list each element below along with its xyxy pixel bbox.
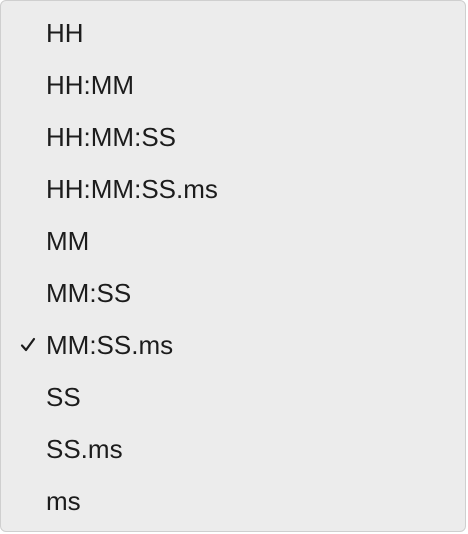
menu-item-mm[interactable]: MM	[1, 215, 465, 267]
menu-item-label: MM:SS	[46, 278, 132, 308]
menu-item-label: HH:MM:SS	[46, 122, 176, 152]
checkmark-icon	[15, 111, 41, 163]
menu-item-label: HH:MM	[46, 70, 135, 100]
menu-item-label: HH:MM:SS.ms	[46, 174, 218, 204]
menu-item-ss[interactable]: SS	[1, 371, 465, 423]
checkmark-icon	[15, 215, 41, 267]
checkmark-icon	[15, 319, 41, 371]
menu-item-label: SS	[46, 382, 81, 412]
menu-item-mm-ss-ms[interactable]: MM:SS.ms	[1, 319, 465, 371]
checkmark-icon	[15, 59, 41, 111]
menu-item-label: SS.ms	[46, 434, 123, 464]
menu-item-hh-mm[interactable]: HH:MM	[1, 59, 465, 111]
menu-item-hh[interactable]: HH	[1, 7, 465, 59]
menu-item-list: HH HH:MM HH:MM:SS HH:MM:SS.ms MM MM:SS M…	[1, 7, 465, 527]
menu-item-mm-ss[interactable]: MM:SS	[1, 267, 465, 319]
checkmark-icon	[15, 475, 41, 527]
menu-item-ms[interactable]: ms	[1, 475, 465, 527]
menu-item-label: MM	[46, 226, 90, 256]
checkmark-icon	[15, 423, 41, 475]
menu-item-label: HH	[46, 18, 84, 48]
menu-item-hh-mm-ss-ms[interactable]: HH:MM:SS.ms	[1, 163, 465, 215]
menu-item-hh-mm-ss[interactable]: HH:MM:SS	[1, 111, 465, 163]
menu-item-ss-ms[interactable]: SS.ms	[1, 423, 465, 475]
time-format-dropdown-menu: HH HH:MM HH:MM:SS HH:MM:SS.ms MM MM:SS M…	[0, 0, 466, 532]
checkmark-icon	[15, 7, 41, 59]
checkmark-icon	[15, 267, 41, 319]
checkmark-icon	[15, 163, 41, 215]
checkmark-icon	[15, 371, 41, 423]
menu-item-label: ms	[46, 486, 81, 516]
menu-item-label: MM:SS.ms	[46, 330, 174, 360]
